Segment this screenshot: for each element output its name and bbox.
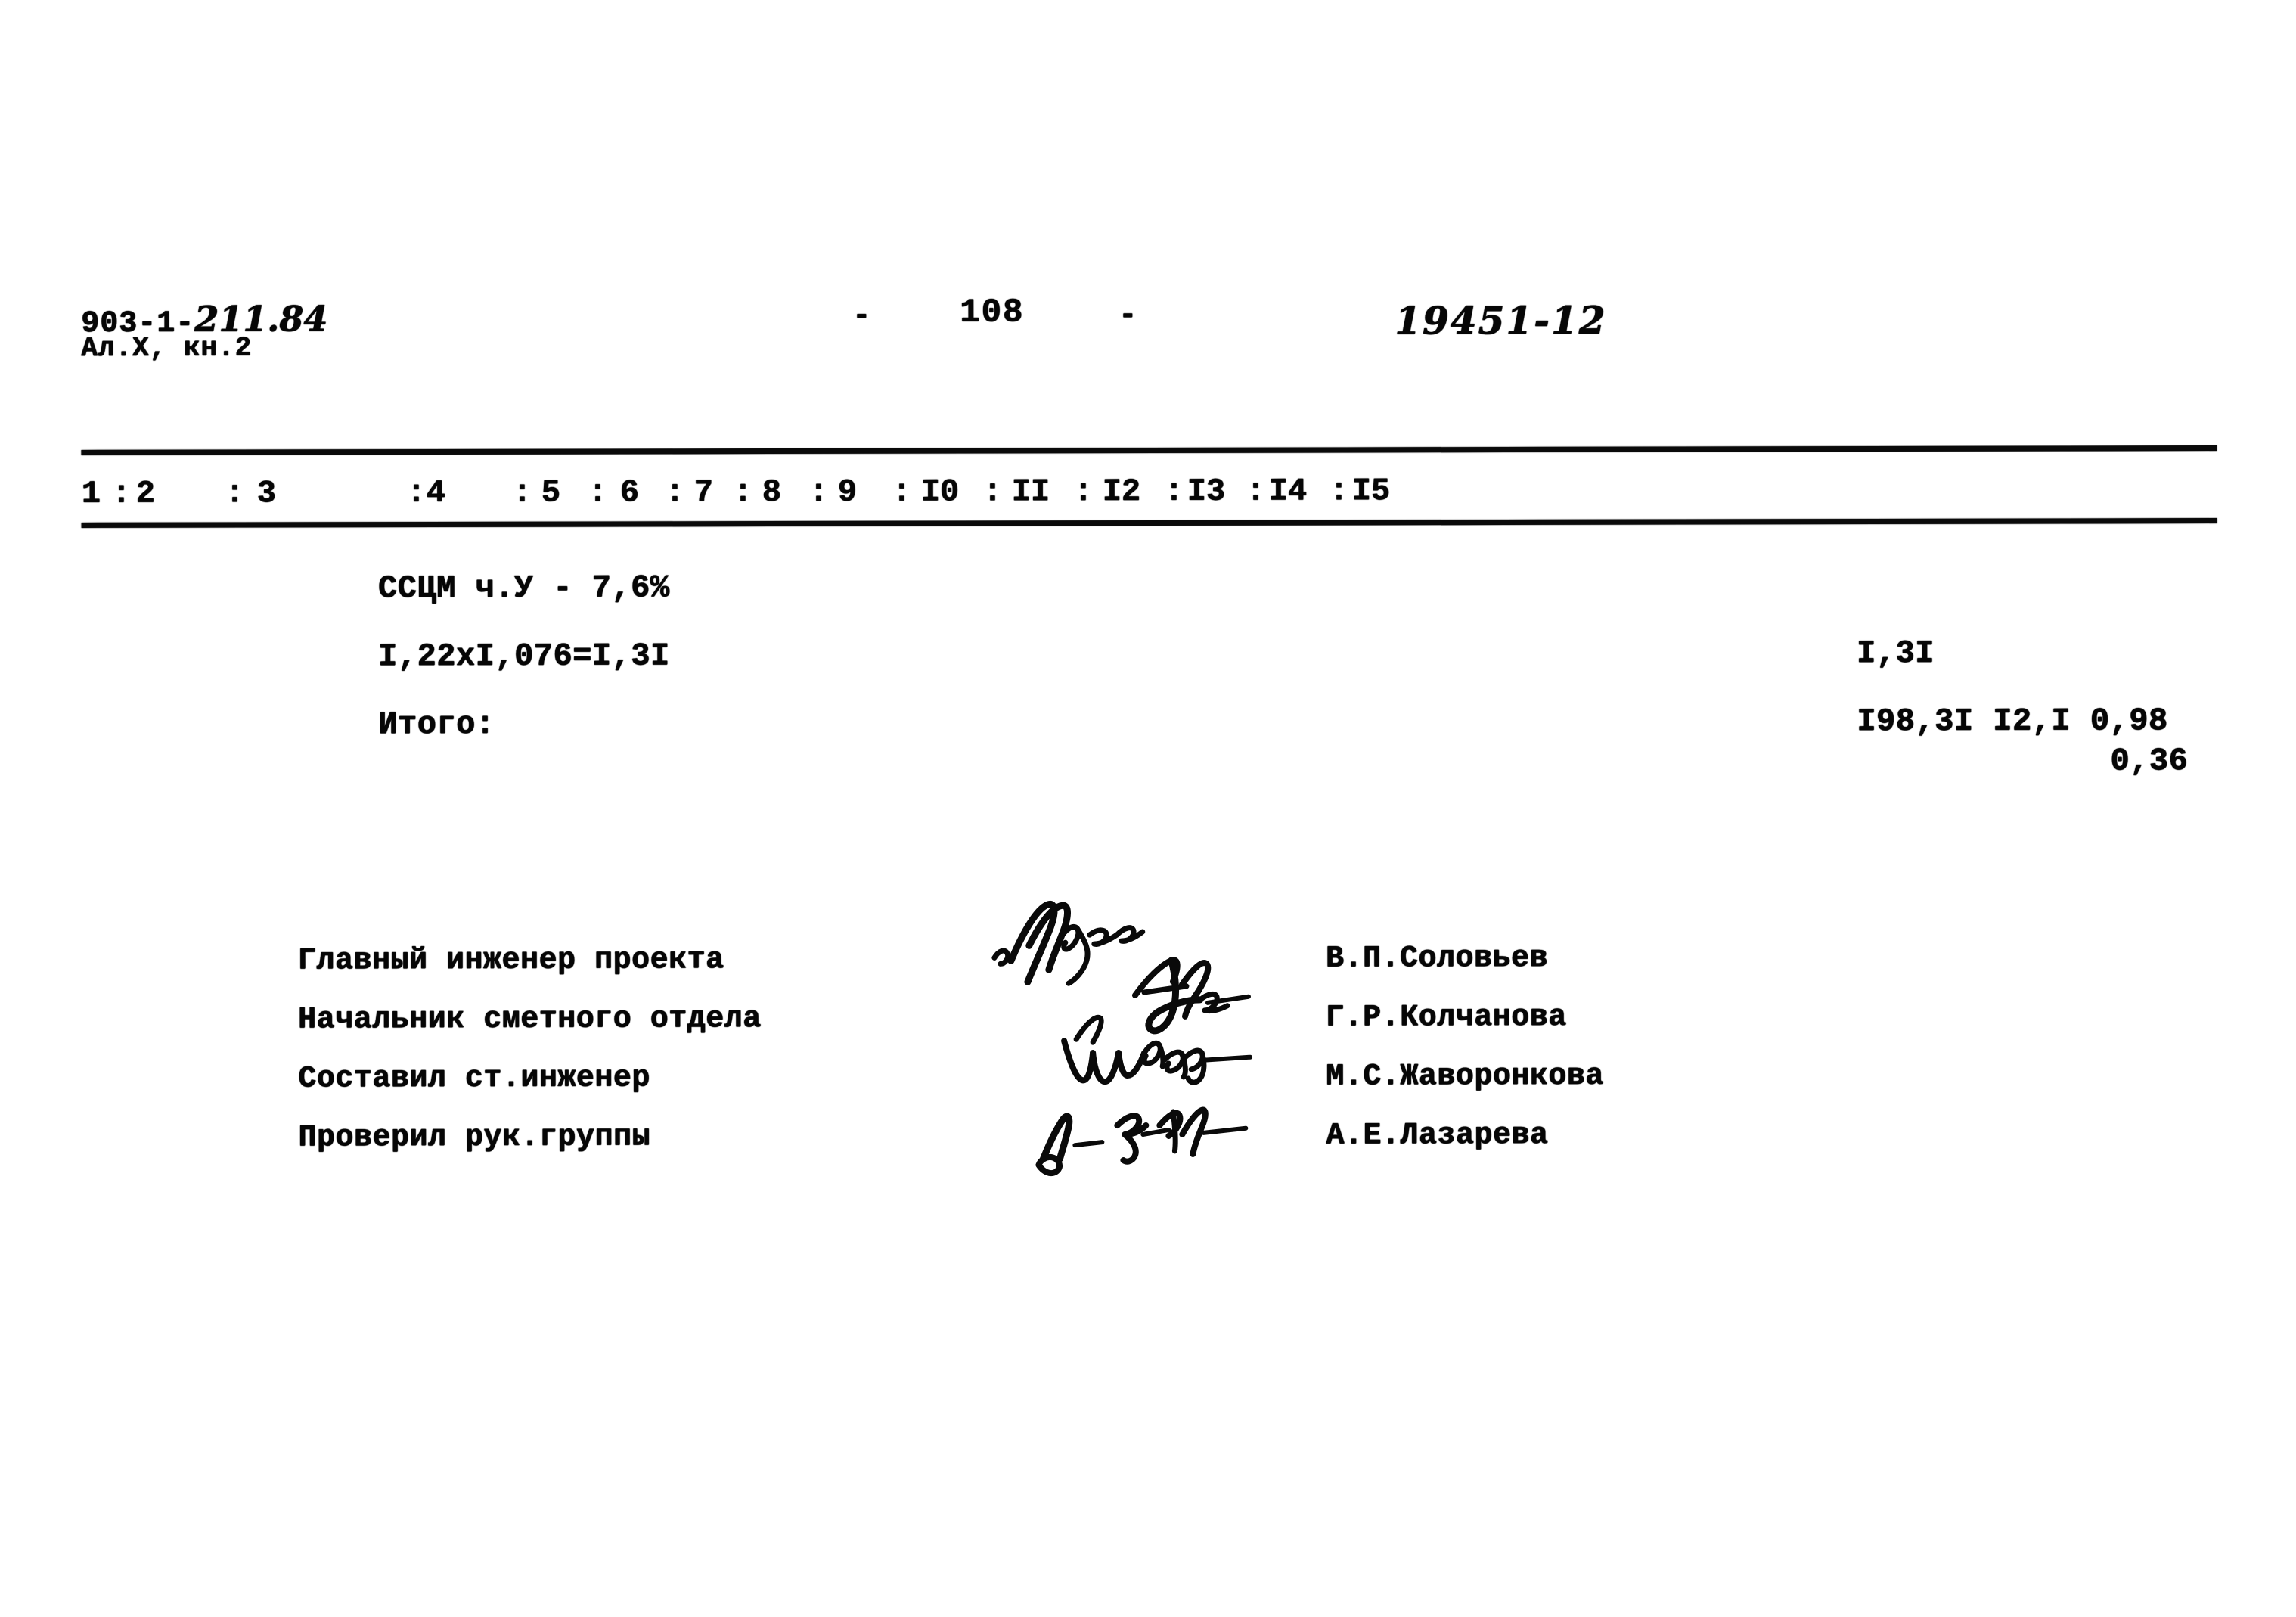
- column-separator: :: [733, 474, 752, 511]
- column-number: 1: [81, 475, 101, 512]
- signature-lazareva: [1035, 1106, 1249, 1177]
- row-value-calculation: I,3I: [1856, 635, 1935, 672]
- column-number: 4: [426, 474, 445, 511]
- album-book-line: Ал.Х, кн.2: [81, 332, 253, 364]
- signature-role: Главный инженер проекта: [297, 943, 724, 979]
- signature-kolchanova: [1131, 957, 1251, 1035]
- column-number: I0: [920, 473, 960, 511]
- total-value-2: I2,I: [1993, 703, 2071, 740]
- row-label-total: Итого:: [378, 706, 495, 743]
- column-number: 9: [837, 473, 857, 511]
- signatory-name: А.Е.Лазарева: [1326, 1118, 1549, 1153]
- column-number: I2: [1102, 473, 1141, 511]
- handwritten-signatures: [984, 884, 1333, 1203]
- table-rule-top: [81, 445, 2217, 455]
- column-number: II: [1011, 473, 1050, 511]
- total-value-3: 0,98: [2090, 703, 2168, 740]
- column-separator: :: [808, 473, 828, 511]
- column-separator: :: [1246, 473, 1265, 510]
- column-separator: :: [982, 473, 1002, 511]
- signatory-name: Г.Р.Колчанова: [1325, 1000, 1567, 1035]
- signature-soloviev: [991, 901, 1146, 986]
- signature-names-column: В.П.Соловьев Г.Р.Колчанова М.С.Жаворонко…: [1326, 930, 1604, 1166]
- column-separator: :: [512, 474, 532, 511]
- row-label-ssm: ССЦМ ч.У - 7,6%: [377, 570, 670, 607]
- column-number: 3: [256, 475, 276, 512]
- column-number: 6: [619, 474, 639, 511]
- page-dash-left: -: [852, 299, 871, 334]
- row-label-calculation: I,22xI,076=I,3I: [377, 638, 670, 675]
- column-number-row: 1:2:3:4:5:6:7:8:9: I0: II: I2: I3: I4: I5: [82, 471, 2217, 523]
- column-number: 5: [541, 474, 560, 511]
- column-number: 2: [135, 475, 155, 512]
- scan-content: 903-1-211.84 Ал.Х, кн.2 - 108 - 19451-12…: [0, 0, 2296, 1617]
- signatory-name: В.П.Соловьев: [1325, 941, 1548, 976]
- column-separator: :: [406, 475, 426, 512]
- signature-roles-column: Главный инженер проекта Начальник сметно…: [298, 931, 762, 1168]
- signatory-name: М.С.Жаворонкова: [1326, 1059, 1604, 1094]
- column-number: I4: [1268, 473, 1308, 510]
- signature-role: Проверил рук.группы: [298, 1120, 650, 1156]
- column-separator: :: [665, 474, 684, 511]
- order-number-handwritten: 19451-12: [1395, 297, 1607, 343]
- scanned-page: 903-1-211.84 Ал.Х, кн.2 - 108 - 19451-12…: [0, 0, 2296, 1617]
- column-separator: :: [588, 474, 607, 511]
- page-dash-right: -: [1119, 299, 1137, 334]
- signature-role: Начальник сметного отдела: [297, 1002, 762, 1038]
- signature-role: Составил ст.инженер: [298, 1061, 650, 1097]
- column-separator: :: [1073, 473, 1093, 511]
- total-value-1: I98,3I: [1857, 703, 1974, 740]
- column-separator: :: [111, 475, 131, 512]
- total-value-extra: 0,36: [2110, 743, 2189, 780]
- column-number: 7: [693, 474, 713, 511]
- row-values-total: I98,3I I2,I 0,98: [1857, 703, 2167, 740]
- column-separator: :: [892, 473, 911, 511]
- column-number: 8: [762, 474, 781, 511]
- column-separator: :: [1329, 473, 1348, 510]
- page-number: 108: [960, 293, 1025, 332]
- column-separator: :: [225, 475, 244, 512]
- column-number: I3: [1187, 473, 1226, 510]
- column-number: I5: [1351, 473, 1391, 510]
- column-separator: :: [1164, 473, 1184, 510]
